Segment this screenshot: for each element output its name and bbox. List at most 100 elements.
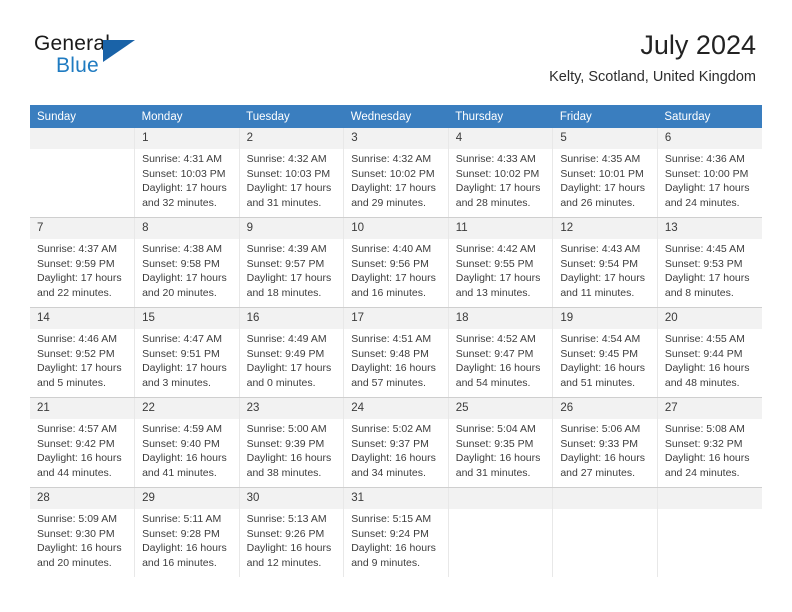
- calendar-day-cell[interactable]: 21 Sunrise: 4:57 AM Sunset: 9:42 PM Dayligh…: [30, 397, 136, 488]
- daylight-text-line2: and 48 minutes.: [664, 376, 740, 389]
- calendar-day-cell[interactable]: 3 Sunrise: 4:32 AM Sunset: 10:02 PM Dayligh…: [343, 128, 449, 218]
- sunrise-text: Sunrise: 5:04 AM: [455, 423, 536, 435]
- calendar-day-cell[interactable]: 1 Sunrise: 4:31 AM Sunset: 10:03 PM Dayligh…: [134, 128, 240, 218]
- weekday-header-row: Sunday Monday Tuesday Wednesday Thursday…: [30, 105, 762, 128]
- calendar-day-cell[interactable]: 17 Sunrise: 4:51 AM Sunset: 9:48 PM Dayligh…: [343, 307, 449, 398]
- daylight-text-line1: Daylight: 17 hours: [246, 272, 332, 284]
- day-details: Sunrise: 4:45 AM Sunset: 9:53 PM Daylight:…: [658, 239, 762, 300]
- sunset-text: Sunset: 9:40 PM: [142, 437, 220, 450]
- sunrise-text: Sunrise: 4:40 AM: [351, 243, 432, 255]
- day-details: Sunrise: 4:59 AM Sunset: 9:40 PM Daylight:…: [135, 419, 239, 480]
- calendar-day-cell[interactable]: 26 Sunrise: 5:06 AM Sunset: 9:33 PM Dayligh…: [552, 397, 658, 488]
- daylight-text-line2: and 16 minutes.: [351, 286, 426, 299]
- calendar-day-cell[interactable]: 20 Sunrise: 4:55 AM Sunset: 9:44 PM Dayligh…: [657, 307, 762, 398]
- sunset-text: Sunset: 10:03 PM: [246, 167, 331, 180]
- daylight-text-line1: Daylight: 16 hours: [560, 362, 645, 374]
- calendar-day-cell[interactable]: 18 Sunrise: 4:52 AM Sunset: 9:47 PM Dayligh…: [448, 307, 554, 398]
- sunset-text: Sunset: 9:42 PM: [37, 437, 115, 450]
- day-number: [30, 128, 135, 149]
- day-number: 27: [657, 398, 762, 419]
- calendar-week-row: 1 Sunrise: 4:31 AM Sunset: 10:03 PM Dayligh…: [30, 128, 762, 218]
- sunrise-text: Sunrise: 4:32 AM: [246, 153, 327, 165]
- calendar-day-cell[interactable]: 9 Sunrise: 4:39 AM Sunset: 9:57 PM Daylight…: [239, 217, 345, 308]
- daylight-text-line1: Daylight: 17 hours: [351, 182, 436, 194]
- sunrise-text: Sunrise: 4:31 AM: [142, 153, 223, 165]
- sunrise-text: Sunrise: 4:32 AM: [351, 153, 432, 165]
- brand-name-general: General: [34, 32, 111, 55]
- daylight-text-line2: and 12 minutes.: [246, 556, 322, 569]
- sunset-text: Sunset: 9:30 PM: [37, 527, 115, 540]
- calendar-day-cell[interactable]: 24 Sunrise: 5:02 AM Sunset: 9:37 PM Dayligh…: [343, 397, 449, 488]
- sunset-text: Sunset: 10:02 PM: [455, 167, 540, 180]
- calendar-day-cell[interactable]: 27 Sunrise: 5:08 AM Sunset: 9:32 PM Dayligh…: [657, 397, 762, 488]
- sunset-text: Sunset: 9:28 PM: [142, 527, 220, 540]
- sunrise-text: Sunrise: 4:39 AM: [246, 243, 327, 255]
- sunset-text: Sunset: 9:32 PM: [664, 437, 743, 450]
- daylight-text-line2: and 20 minutes.: [37, 556, 112, 569]
- calendar-head: Sunday Monday Tuesday Wednesday Thursday…: [30, 105, 762, 128]
- calendar-day-cell[interactable]: 6 Sunrise: 4:36 AM Sunset: 10:00 PM Dayligh…: [657, 128, 762, 218]
- calendar-day-cell[interactable]: 11 Sunrise: 4:42 AM Sunset: 9:55 PM Dayligh…: [448, 217, 554, 308]
- calendar-day-cell[interactable]: 10 Sunrise: 4:40 AM Sunset: 9:56 PM Dayligh…: [343, 217, 449, 308]
- page-subtitle: Kelty, Scotland, United Kingdom: [549, 69, 756, 85]
- calendar-day-cell[interactable]: 2 Sunrise: 4:32 AM Sunset: 10:03 PM Dayligh…: [239, 128, 345, 218]
- calendar-day-cell[interactable]: 13 Sunrise: 4:45 AM Sunset: 9:53 PM Dayligh…: [657, 217, 762, 308]
- day-details: Sunrise: 4:32 AM Sunset: 10:02 PM Daylight…: [344, 149, 448, 210]
- sunset-text: Sunset: 9:26 PM: [246, 527, 325, 540]
- day-number: 25: [448, 398, 553, 419]
- sunrise-text: Sunrise: 5:06 AM: [560, 423, 641, 435]
- daylight-text-line1: Daylight: 17 hours: [142, 362, 227, 374]
- calendar-day-cell[interactable]: 16 Sunrise: 4:49 AM Sunset: 9:49 PM Dayligh…: [239, 307, 345, 398]
- day-number: [657, 488, 762, 509]
- sunset-text: Sunset: 10:02 PM: [351, 167, 435, 180]
- calendar-day-cell[interactable]: 30 Sunrise: 5:13 AM Sunset: 9:26 PM Dayligh…: [239, 487, 345, 577]
- daylight-text-line1: Daylight: 17 hours: [246, 182, 332, 194]
- calendar-day-cell[interactable]: 19 Sunrise: 4:54 AM Sunset: 9:45 PM Dayligh…: [552, 307, 658, 398]
- daylight-text-line2: and 5 minutes.: [37, 376, 106, 389]
- daylight-text-line1: Daylight: 17 hours: [37, 362, 122, 374]
- calendar-day-cell[interactable]: 22 Sunrise: 4:59 AM Sunset: 9:40 PM Dayligh…: [134, 397, 240, 488]
- day-number: 21: [30, 398, 135, 419]
- day-details: Sunrise: 4:32 AM Sunset: 10:03 PM Daylight…: [240, 149, 344, 210]
- calendar-day-cell[interactable]: 29 Sunrise: 5:11 AM Sunset: 9:28 PM Dayligh…: [134, 487, 240, 577]
- day-details: Sunrise: 4:47 AM Sunset: 9:51 PM Daylight:…: [135, 329, 239, 390]
- daylight-text-line1: Daylight: 17 hours: [664, 182, 750, 194]
- calendar-day-cell[interactable]: 14 Sunrise: 4:46 AM Sunset: 9:52 PM Dayligh…: [30, 307, 136, 398]
- daylight-text-line2: and 31 minutes.: [246, 196, 322, 209]
- day-details: Sunrise: 4:37 AM Sunset: 9:59 PM Daylight:…: [30, 239, 134, 300]
- day-number: 31: [344, 488, 448, 509]
- calendar-day-cell[interactable]: 7 Sunrise: 4:37 AM Sunset: 9:59 PM Daylight…: [30, 217, 136, 308]
- calendar-page: General Blue July 2024 Kelty, Scotland, …: [0, 0, 792, 612]
- day-number: 30: [239, 488, 344, 509]
- calendar-day-cell[interactable]: 8 Sunrise: 4:38 AM Sunset: 9:58 PM Daylight…: [134, 217, 240, 308]
- calendar-day-cell[interactable]: 4 Sunrise: 4:33 AM Sunset: 10:02 PM Dayligh…: [448, 128, 554, 218]
- calendar-day-cell[interactable]: 15 Sunrise: 4:47 AM Sunset: 9:51 PM Dayligh…: [134, 307, 240, 398]
- daylight-text-line1: Daylight: 16 hours: [142, 452, 227, 464]
- day-number: 15: [135, 308, 239, 329]
- calendar-week-row: 21 Sunrise: 4:57 AM Sunset: 9:42 PM Dayligh…: [30, 397, 762, 488]
- sunrise-text: Sunrise: 4:49 AM: [246, 333, 327, 345]
- daylight-text-line2: and 34 minutes.: [351, 466, 426, 479]
- daylight-text-line1: Daylight: 16 hours: [664, 452, 750, 464]
- calendar-day-cell[interactable]: 28 Sunrise: 5:09 AM Sunset: 9:30 PM Dayligh…: [30, 487, 136, 577]
- daylight-text-line2: and 24 minutes.: [664, 466, 740, 479]
- daylight-text-line1: Daylight: 16 hours: [560, 452, 645, 464]
- day-details: Sunrise: 5:00 AM Sunset: 9:39 PM Daylight:…: [240, 419, 344, 480]
- calendar-body: 1 Sunrise: 4:31 AM Sunset: 10:03 PM Dayligh…: [30, 128, 762, 577]
- calendar-day-cell[interactable]: 31 Sunrise: 5:15 AM Sunset: 9:24 PM Dayligh…: [343, 487, 449, 577]
- calendar-day-cell[interactable]: 25 Sunrise: 5:04 AM Sunset: 9:35 PM Dayligh…: [448, 397, 554, 488]
- sunset-text: Sunset: 10:03 PM: [142, 167, 226, 180]
- daylight-text-line1: Daylight: 16 hours: [246, 452, 332, 464]
- daylight-text-line1: Daylight: 17 hours: [142, 272, 227, 284]
- calendar-day-cell[interactable]: 12 Sunrise: 4:43 AM Sunset: 9:54 PM Dayligh…: [552, 217, 658, 308]
- brand-logo[interactable]: General Blue: [34, 32, 164, 80]
- calendar-day-cell[interactable]: 23 Sunrise: 5:00 AM Sunset: 9:39 PM Dayligh…: [239, 397, 345, 488]
- sunrise-text: Sunrise: 4:47 AM: [142, 333, 223, 345]
- calendar-day-cell[interactable]: 5 Sunrise: 4:35 AM Sunset: 10:01 PM Dayligh…: [552, 128, 658, 218]
- sunrise-text: Sunrise: 5:00 AM: [246, 423, 327, 435]
- sunrise-text: Sunrise: 4:57 AM: [37, 423, 117, 435]
- daylight-text-line2: and 54 minutes.: [455, 376, 531, 389]
- daylight-text-line2: and 13 minutes.: [455, 286, 531, 299]
- calendar-week-row: 14 Sunrise: 4:46 AM Sunset: 9:52 PM Dayligh…: [30, 307, 762, 398]
- sunset-text: Sunset: 9:59 PM: [37, 257, 115, 270]
